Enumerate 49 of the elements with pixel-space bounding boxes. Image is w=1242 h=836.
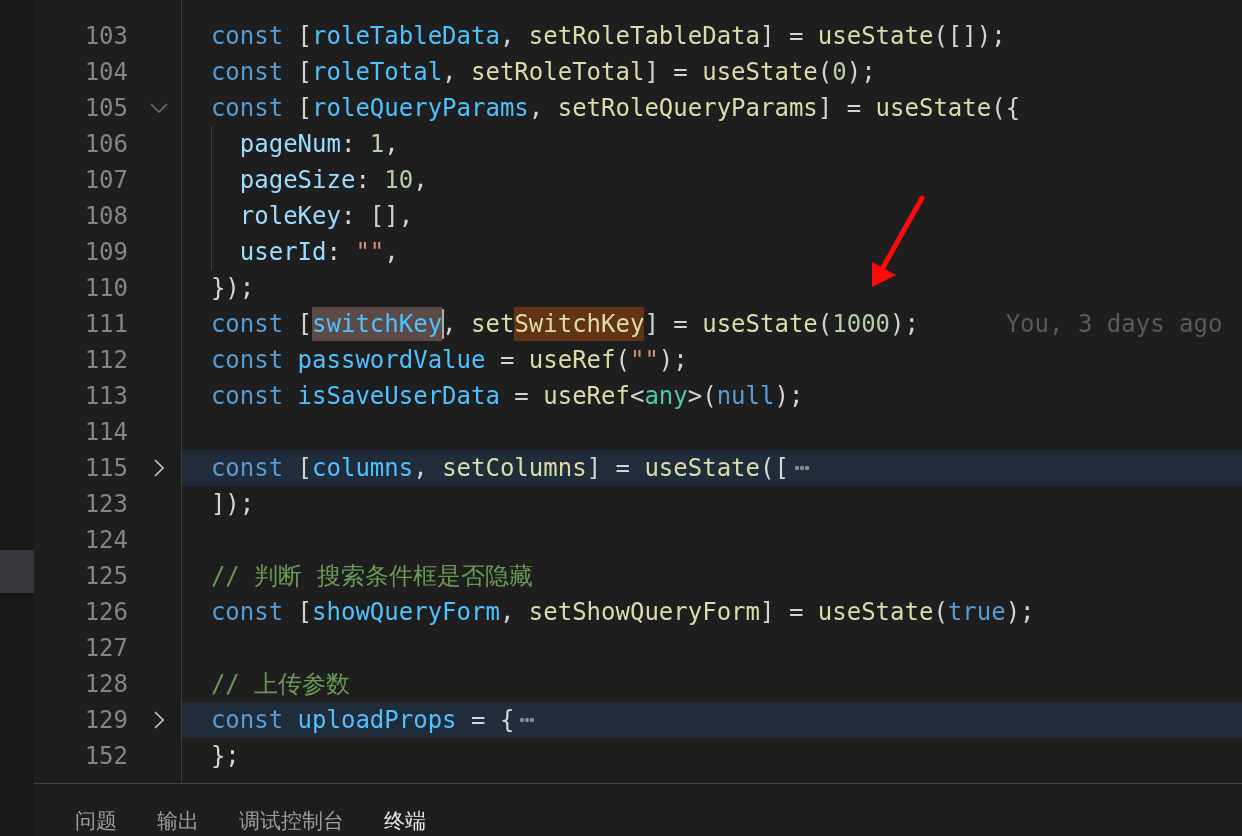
code-line: const [roleTableData, setRoleTableData] = useState([]);	[209, 21, 1006, 52]
code-line: const [switchKey, setSwitchKey] = useState(1000);	[182, 306, 919, 342]
code-line: roleKey: [],	[238, 201, 414, 232]
line-number: 152	[83, 741, 128, 772]
line-number: 128	[83, 669, 128, 700]
line-number: 124	[83, 525, 128, 556]
line-number: 112	[83, 345, 128, 376]
code-line: userId: "",	[238, 237, 399, 268]
line-number: 106	[83, 129, 128, 160]
code-line: pageNum: 1,	[238, 129, 399, 160]
panel-tab[interactable]: 终端	[384, 809, 426, 833]
line-number: 105	[83, 93, 128, 124]
line-number: 103	[83, 21, 128, 52]
code-line: const isSaveUserData = useRef<any>(null);	[209, 381, 804, 412]
line-number: 110	[83, 273, 128, 304]
chevron-right-icon[interactable]	[154, 711, 164, 729]
code-line: const uploadProps = {	[209, 705, 515, 736]
line-number: 108	[83, 201, 128, 232]
panel-tab[interactable]: 输出	[157, 809, 199, 833]
line-number: 109	[83, 237, 128, 268]
ellipsis-icon[interactable]	[519, 717, 536, 723]
line-number: 126	[83, 597, 128, 628]
code-line: };	[209, 741, 240, 772]
code-comment: // 上传参数	[209, 669, 351, 700]
code-comment: // 判断 搜索条件框是否隐藏	[209, 561, 533, 592]
line-number: 111	[83, 309, 128, 340]
code-line: pageSize: 10,	[238, 165, 428, 196]
code-line: const [columns, setColumns] = useState([	[209, 453, 789, 484]
code-line: const passwordValue = useRef("");	[209, 345, 688, 376]
line-number: 114	[83, 417, 128, 448]
code-line: const [showQueryForm, setShowQueryForm] = useState(true);	[209, 597, 1035, 628]
code-line: const [roleQueryParams, setRoleQueryParams] = useState({	[209, 93, 1021, 124]
chevron-right-icon[interactable]	[154, 459, 164, 477]
line-number: 115	[83, 453, 128, 484]
code-line: });	[209, 273, 255, 304]
code-line: const [roleTotal, setRoleTotal] = useState(0);	[209, 57, 876, 88]
line-number: 107	[83, 165, 128, 196]
panel-tab[interactable]: 问题	[75, 809, 117, 833]
line-number: 127	[83, 633, 128, 664]
line-number: 125	[83, 561, 128, 592]
line-number: 104	[83, 57, 128, 88]
code-line: ]);	[209, 489, 255, 520]
line-number: 129	[83, 705, 128, 736]
chevron-down-icon[interactable]	[150, 103, 168, 113]
git-blame-text: You, 3 days ago	[1005, 309, 1223, 340]
ellipsis-icon[interactable]	[793, 465, 810, 471]
line-number: 123	[83, 489, 128, 520]
panel-tab[interactable]: 调试控制台	[239, 809, 344, 833]
line-number: 113	[83, 381, 128, 412]
